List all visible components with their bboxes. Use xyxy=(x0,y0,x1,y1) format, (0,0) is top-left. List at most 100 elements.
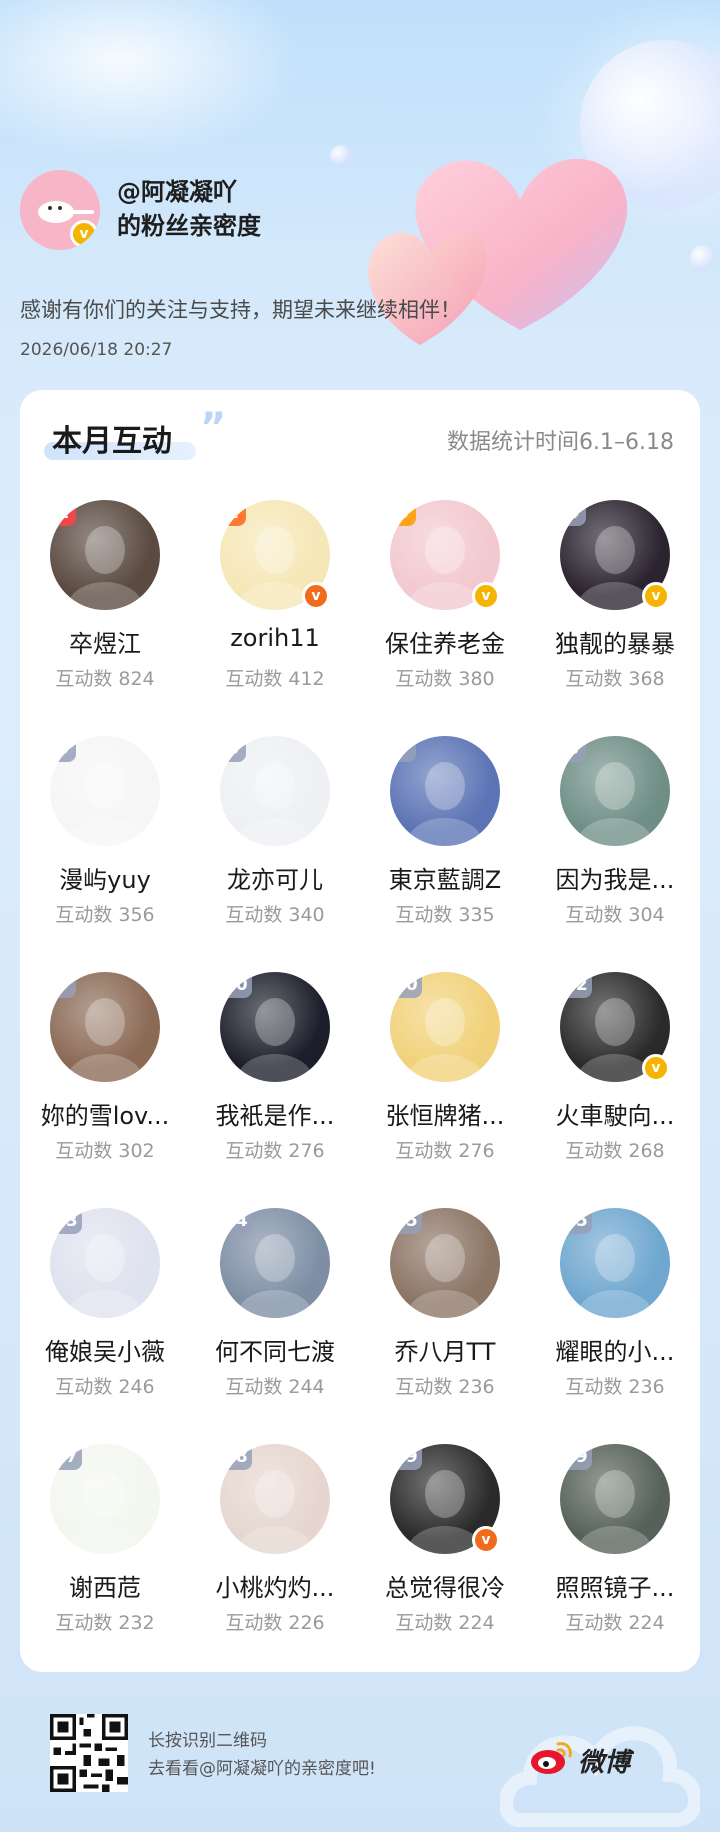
fan-item[interactable]: 10 张恒牌猪... 互动数 276 xyxy=(360,972,530,1208)
page-subtitle: 的粉丝亲密度 xyxy=(117,212,261,240)
user-handle[interactable]: @阿凝凝吖 xyxy=(117,176,237,208)
fan-name[interactable]: 小桃灼灼... xyxy=(190,1568,360,1603)
fan-name[interactable]: 总觉得很冷 xyxy=(360,1568,530,1603)
stat-date-range: 数据统计时间6.1–6.18 xyxy=(447,430,674,455)
quote-icon: ” xyxy=(200,405,227,451)
fan-item[interactable]: 13 俺娘吴小薇互动数 246 xyxy=(20,1208,190,1444)
rank-badge: 10 xyxy=(390,972,422,998)
fan-avatar[interactable]: 15 xyxy=(390,1208,500,1318)
fan-item[interactable]: 15 耀眼的小... 互动数 236 xyxy=(530,1208,700,1444)
verified-badge-icon: v xyxy=(642,1054,670,1082)
fan-item[interactable]: 3 v 保住养老金 互动数 380 xyxy=(360,500,530,736)
interaction-count: 互动数 380 xyxy=(395,668,495,690)
fan-name[interactable]: 火車駛向... xyxy=(530,1096,700,1131)
rank-badge: 10 xyxy=(220,972,252,998)
profile-header: v @阿凝凝吖 的粉丝亲密度 感谢有你们的关注与支持，期望未来继续相伴！ 202… xyxy=(20,170,700,370)
fan-item[interactable]: 8 因为我是... 互动数 304 xyxy=(530,736,700,972)
interaction-count: 互动数 276 xyxy=(395,1140,495,1162)
interaction-count: 互动数 340 xyxy=(225,904,325,926)
rank-badge: 17 xyxy=(50,1444,82,1470)
fan-name[interactable]: 谢西苊 xyxy=(20,1568,190,1603)
weibo-logo-icon xyxy=(531,1742,572,1774)
rank-badge: 18 xyxy=(220,1444,252,1470)
rank-badge: 4 xyxy=(560,500,586,526)
interaction-count: 互动数 304 xyxy=(565,904,665,926)
interaction-count: 互动数 224 xyxy=(395,1612,495,1634)
fan-name[interactable]: 卒煜江 xyxy=(20,624,190,659)
fan-avatar[interactable]: 19 xyxy=(560,1444,670,1554)
fan-avatar[interactable]: 18 xyxy=(220,1444,330,1554)
fan-item[interactable]: 14 何不同七渡互动数 244 xyxy=(190,1208,360,1444)
verified-badge-icon: v xyxy=(642,582,670,610)
interaction-count: 互动数 824 xyxy=(55,668,155,690)
fan-item[interactable]: 5 漫屿yuy 互动数 356 xyxy=(20,736,190,972)
interaction-count: 互动数 302 xyxy=(55,1140,155,1162)
fan-name[interactable]: 何不同七渡 xyxy=(190,1332,360,1367)
fan-item[interactable]: 9 妳的雪lov... 互动数 302 xyxy=(20,972,190,1208)
rank-badge: 19 xyxy=(390,1444,422,1470)
user-avatar[interactable]: v xyxy=(20,170,100,250)
rank-badge: 5 xyxy=(50,736,76,762)
fan-name[interactable]: 我衹是作... xyxy=(190,1096,360,1131)
fan-avatar[interactable]: 13 xyxy=(50,1208,160,1318)
card-title: 本月互动 xyxy=(52,424,172,459)
fan-item[interactable]: 10 我衹是作... 互动数 276 xyxy=(190,972,360,1208)
fan-item[interactable]: 12 v 火車駛向... 互动数 268 xyxy=(530,972,700,1208)
generated-date: 2026/06/18 20:27 xyxy=(20,340,173,360)
fan-name[interactable]: 保住养老金 xyxy=(360,624,530,659)
fan-item[interactable]: 4 v 独靓的暴暴 互动数 368 xyxy=(530,500,700,736)
fan-avatar[interactable]: 6 xyxy=(220,736,330,846)
fan-avatar[interactable]: 15 xyxy=(560,1208,670,1318)
fan-name[interactable]: 東京藍調Z xyxy=(360,860,530,895)
fan-avatar[interactable]: 9 xyxy=(50,972,160,1082)
fan-avatar[interactable]: 5 xyxy=(50,736,160,846)
rank-badge: 1 xyxy=(50,500,76,526)
fan-item[interactable]: 1 卒煜江互动数 824 xyxy=(20,500,190,736)
monthly-interaction-card: 本月互动 ” 数据统计时间6.1–6.18 1 卒煜江互动数 824 2 v zorih… xyxy=(20,390,700,1672)
interaction-count: 互动数 232 xyxy=(55,1612,155,1634)
fan-avatar[interactable]: 10 xyxy=(220,972,330,1082)
thanks-message: 感谢有你们的关注与支持，期望未来继续相伴！ xyxy=(20,298,461,322)
fan-name[interactable]: 龙亦可儿 xyxy=(190,860,360,895)
fan-item[interactable]: 6 龙亦可儿互动数 340 xyxy=(190,736,360,972)
interaction-count: 互动数 236 xyxy=(565,1376,665,1398)
fan-item[interactable]: 19 v 总觉得很冷 互动数 224 xyxy=(360,1444,530,1680)
fan-name[interactable]: 独靓的暴暴 xyxy=(530,624,700,659)
fan-item[interactable]: 17 谢西苊互动数 232 xyxy=(20,1444,190,1680)
fan-name[interactable]: 漫屿yuy xyxy=(20,860,190,895)
fan-avatar[interactable]: 10 xyxy=(390,972,500,1082)
fan-avatar[interactable]: 14 xyxy=(220,1208,330,1318)
fan-item[interactable]: 18 小桃灼灼... 互动数 226 xyxy=(190,1444,360,1680)
fan-name[interactable]: 俺娘吴小薇 xyxy=(20,1332,190,1367)
fan-name[interactable]: 因为我是... xyxy=(530,860,700,895)
fan-avatar[interactable]: 7 xyxy=(390,736,500,846)
fan-name[interactable]: 耀眼的小... xyxy=(530,1332,700,1367)
rank-badge: 6 xyxy=(220,736,246,762)
interaction-count: 互动数 268 xyxy=(565,1140,665,1162)
rank-badge: 8 xyxy=(560,736,586,762)
rank-badge: 19 xyxy=(560,1444,592,1470)
decorative-bubble xyxy=(330,145,352,167)
fan-name[interactable]: zorih11 xyxy=(190,624,360,652)
interaction-count: 互动数 226 xyxy=(225,1612,325,1634)
verified-badge-icon: v xyxy=(472,582,500,610)
qr-code[interactable] xyxy=(50,1714,128,1792)
interaction-count: 互动数 335 xyxy=(395,904,495,926)
fan-item[interactable]: 15 乔八月TT 互动数 236 xyxy=(360,1208,530,1444)
fan-item[interactable]: 7 東京藍調Z 互动数 335 xyxy=(360,736,530,972)
fan-item[interactable]: 2 v zorih11 互动数 412 xyxy=(190,500,360,736)
interaction-count: 互动数 246 xyxy=(55,1376,155,1398)
fan-item[interactable]: 19 照照镜子... 互动数 224 xyxy=(530,1444,700,1680)
fan-avatar[interactable]: 8 xyxy=(560,736,670,846)
interaction-count: 互动数 244 xyxy=(225,1376,325,1398)
fan-name[interactable]: 张恒牌猪... xyxy=(360,1096,530,1131)
fan-name[interactable]: 乔八月TT xyxy=(360,1332,530,1367)
interaction-count: 互动数 224 xyxy=(565,1612,665,1634)
interaction-count: 互动数 276 xyxy=(225,1140,325,1162)
fan-name[interactable]: 妳的雪lov... xyxy=(20,1096,190,1131)
rank-badge: 13 xyxy=(50,1208,82,1234)
fan-avatar[interactable]: 17 xyxy=(50,1444,160,1554)
fan-name[interactable]: 照照镜子... xyxy=(530,1568,700,1603)
qr-cta: 去看看@阿凝凝吖的亲密度吧! xyxy=(148,1759,376,1779)
fan-avatar[interactable]: 1 xyxy=(50,500,160,610)
